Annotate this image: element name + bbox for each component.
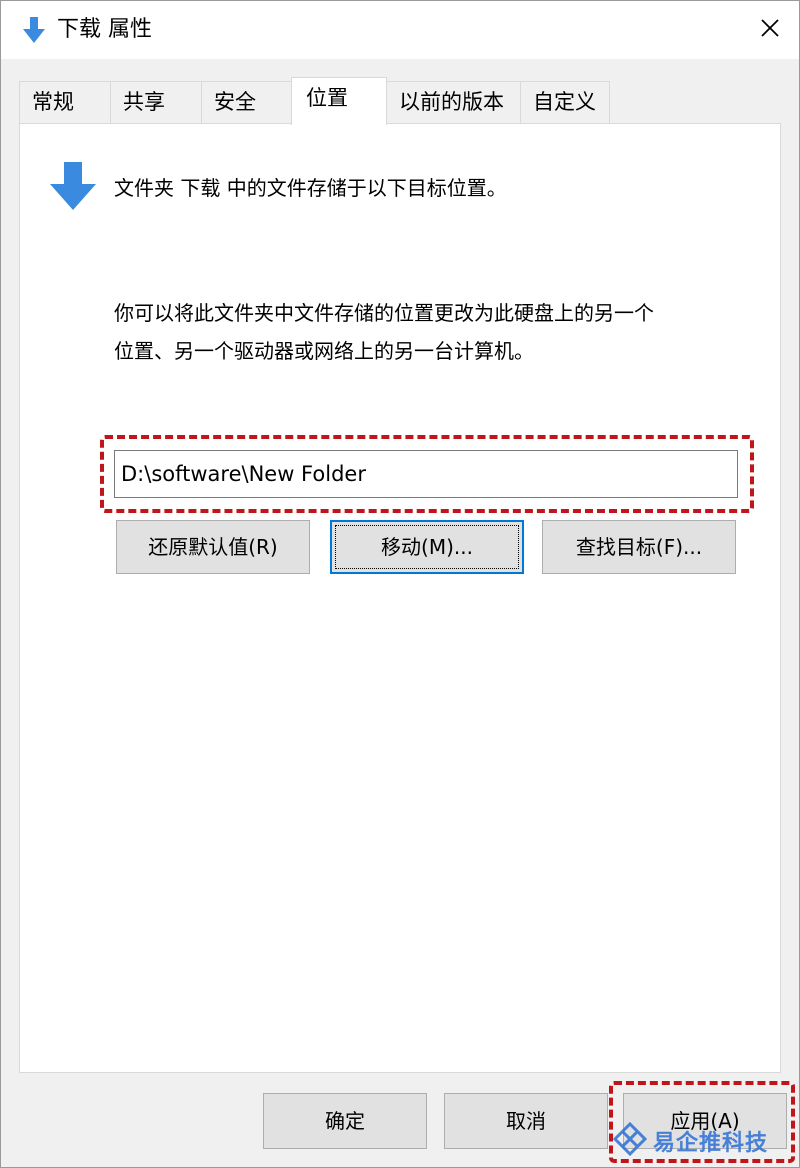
tab-location[interactable]: 位置	[291, 77, 387, 125]
tab-previous-versions[interactable]: 以前的版本	[386, 81, 521, 123]
cancel-button[interactable]: 取消	[444, 1093, 608, 1149]
tab-customize[interactable]: 自定义	[520, 81, 610, 123]
tab-sharing[interactable]: 共享	[110, 81, 202, 123]
ok-button[interactable]: 确定	[263, 1093, 427, 1149]
close-button[interactable]	[741, 1, 799, 59]
window-title: 下载 属性	[57, 17, 152, 42]
location-explanation: 你可以将此文件夹中文件存储的位置更改为此硬盘上的另一个 位置、另一个驱动器或网络…	[114, 301, 654, 363]
download-arrow-icon	[21, 15, 47, 45]
download-folder-icon	[48, 160, 98, 212]
watermark-text: 易企推科技	[653, 1131, 769, 1156]
restore-default-button[interactable]: 还原默认值(R)	[116, 520, 310, 574]
find-target-button[interactable]: 查找目标(F)...	[542, 520, 736, 574]
title-bar: 下载 属性	[1, 1, 799, 59]
location-description: 文件夹 下载 中的文件存储于以下目标位置。	[114, 176, 507, 200]
move-button[interactable]: 移动(M)...	[330, 520, 524, 574]
close-icon	[760, 18, 780, 42]
tab-general[interactable]: 常规	[19, 81, 111, 123]
tab-security[interactable]: 安全	[201, 81, 293, 123]
watermark: 易企推科技	[612, 1121, 769, 1161]
target-path-input[interactable]	[114, 450, 738, 498]
location-tab-panel: 文件夹 下载 中的文件存储于以下目标位置。 你可以将此文件夹中文件存储的位置更改…	[19, 123, 781, 1073]
properties-dialog: 下载 属性 常规 共享 安全 位置 以前的版本 自定义 文件夹 下载 中的文件存…	[0, 0, 800, 1168]
diamond-logo-icon	[612, 1121, 648, 1160]
